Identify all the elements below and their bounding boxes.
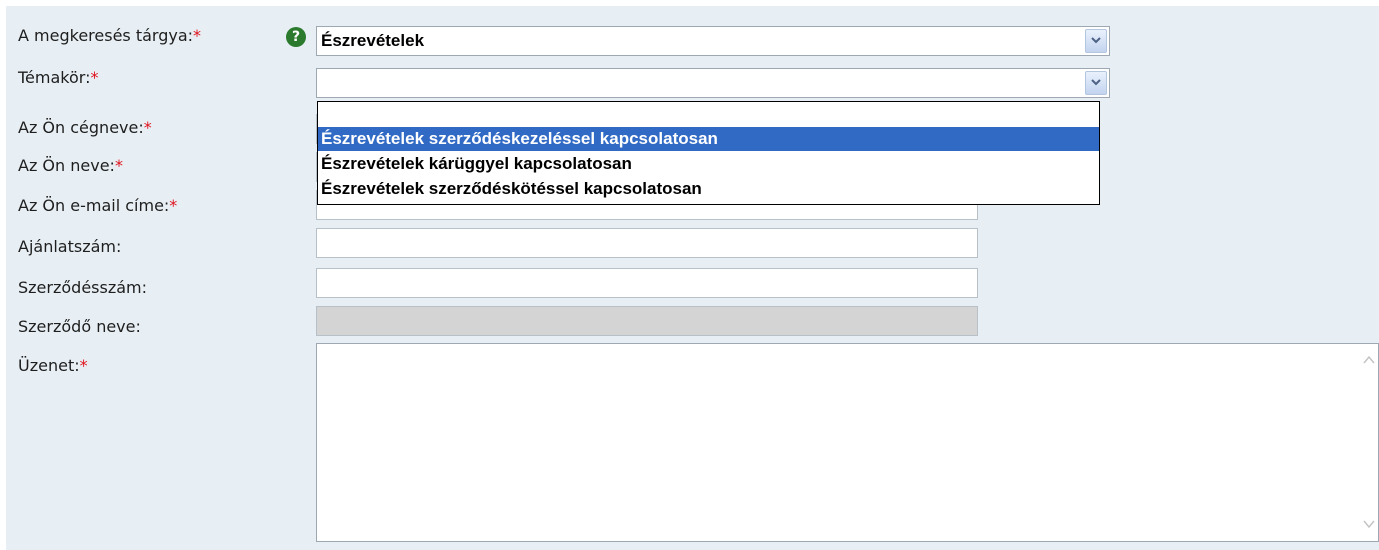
offer-number-label: Ajánlatszám: [18,237,122,256]
scroll-up-icon[interactable] [1363,354,1375,366]
chevron-down-icon [1091,79,1101,86]
message-scrollbar[interactable] [1360,344,1378,541]
topic-label: Témakör:* [18,68,98,88]
help-icon[interactable]: ? [286,27,306,47]
contract-number-field[interactable] [316,268,978,298]
subject-select[interactable]: Észrevételek [316,26,1110,56]
email-label: Az Ön e-mail címe:* [18,196,177,216]
dropdown-option[interactable]: Észrevételek kárüggyel kapcsolatosan [318,152,1099,176]
offer-number-field[interactable] [316,228,978,258]
message-label: Üzenet:* [18,356,88,376]
chevron-down-icon [1091,37,1101,44]
topic-dropdown-button[interactable] [1085,71,1107,95]
name-label: Az Ön neve:* [18,156,123,176]
company-label-text: Az Ön cégneve: [18,118,144,137]
required-mark: * [169,196,178,215]
topic-select[interactable] [316,68,1110,98]
required-mark: * [114,156,123,175]
message-textarea[interactable] [316,343,1379,542]
form-panel: A megkeresés tárgya:* ? Észrevételek Tém… [6,6,1379,550]
subject-label-text: A megkeresés tárgya: [18,26,194,45]
dropdown-option-selected[interactable]: Észrevételek szerződéskezeléssel kapcsol… [318,127,1099,151]
scroll-down-icon[interactable] [1363,518,1375,530]
required-mark: * [193,26,202,45]
contract-number-label: Szerződésszám: [18,278,148,297]
topic-label-text: Témakör: [18,68,91,87]
subject-select-value: Észrevételek [321,31,425,50]
company-label: Az Ön cégneve:* [18,118,152,138]
message-label-text: Üzenet: [18,356,80,375]
contractor-name-label: Szerződő neve: [18,317,141,336]
dropdown-option[interactable] [318,102,1099,126]
dropdown-option[interactable]: Észrevételek szerződéskötéssel kapcsolat… [318,177,1099,201]
name-label-text: Az Ön neve: [18,156,115,175]
required-mark: * [90,68,99,87]
topic-dropdown-list: Észrevételek szerződéskezeléssel kapcsol… [317,101,1100,205]
subject-dropdown-button[interactable] [1085,29,1107,53]
required-mark: * [79,356,88,375]
required-mark: * [143,118,152,137]
email-label-text: Az Ön e-mail címe: [18,196,170,215]
subject-label: A megkeresés tárgya:* [18,26,201,46]
contractor-name-field [316,306,978,336]
